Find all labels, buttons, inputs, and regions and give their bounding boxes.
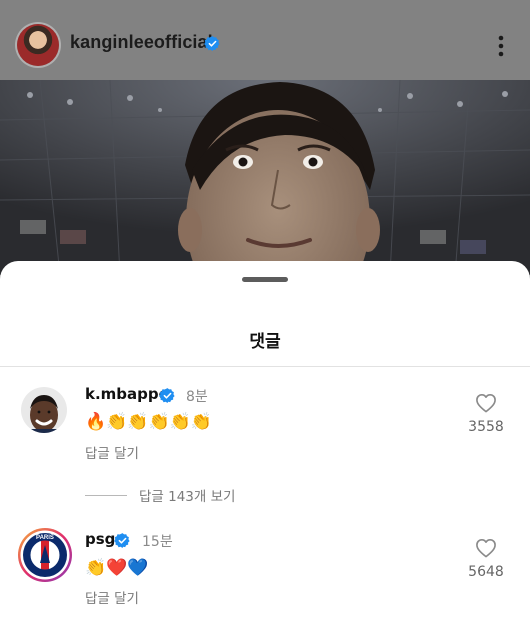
view-replies-button[interactable]: 답글 143개 보기 — [85, 485, 235, 505]
like-heart-icon[interactable] — [475, 538, 497, 558]
verified-badge-icon — [159, 388, 175, 403]
comment-username[interactable]: psg — [85, 530, 115, 548]
reply-button[interactable]: 답글 달기 — [85, 587, 139, 607]
comment-username[interactable]: k.mbappe — [85, 385, 169, 403]
commenter-avatar[interactable]: PARIS — [17, 527, 73, 583]
comment-timestamp: 8분 — [186, 389, 208, 405]
sheet-divider — [0, 366, 530, 367]
like-heart-icon[interactable] — [475, 393, 497, 413]
view-replies-line — [85, 494, 127, 496]
more-vertical-icon[interactable] — [494, 34, 508, 58]
comment-timestamp: 15분 — [142, 534, 173, 550]
comment-text: 🔥👏👏👏👏👏 — [85, 412, 213, 432]
verified-badge-icon — [204, 36, 220, 51]
sheet-drag-handle[interactable] — [242, 277, 288, 282]
psg-logo-text: PARIS — [36, 535, 54, 541]
psg-logo-icon: PARIS — [18, 528, 72, 582]
like-count: 3558 — [468, 419, 504, 435]
mbappe-avatar-image — [21, 387, 67, 433]
view-replies-label: 답글 143개 보기 — [139, 489, 236, 505]
post-author-avatar[interactable] — [17, 24, 59, 66]
app-screen: kanginleeofficial 댓글 k.mbappe 8분 🔥👏👏👏👏👏 … — [0, 0, 530, 629]
comments-sheet: 댓글 k.mbappe 8분 🔥👏👏👏👏👏 답글 달기 3558 답글 143개… — [0, 261, 530, 629]
comment-text: 👏❤️💙 — [85, 558, 149, 578]
verified-badge-icon — [114, 533, 130, 548]
post-author-username[interactable]: kanginleeofficial — [70, 32, 213, 53]
like-count: 5648 — [468, 564, 504, 580]
stadium-selfie-image — [0, 80, 530, 275]
reply-button[interactable]: 답글 달기 — [85, 442, 139, 462]
post-photo — [0, 80, 530, 275]
post-header: kanginleeofficial — [0, 0, 530, 80]
sheet-title: 댓글 — [249, 332, 281, 352]
commenter-avatar[interactable] — [21, 387, 67, 433]
